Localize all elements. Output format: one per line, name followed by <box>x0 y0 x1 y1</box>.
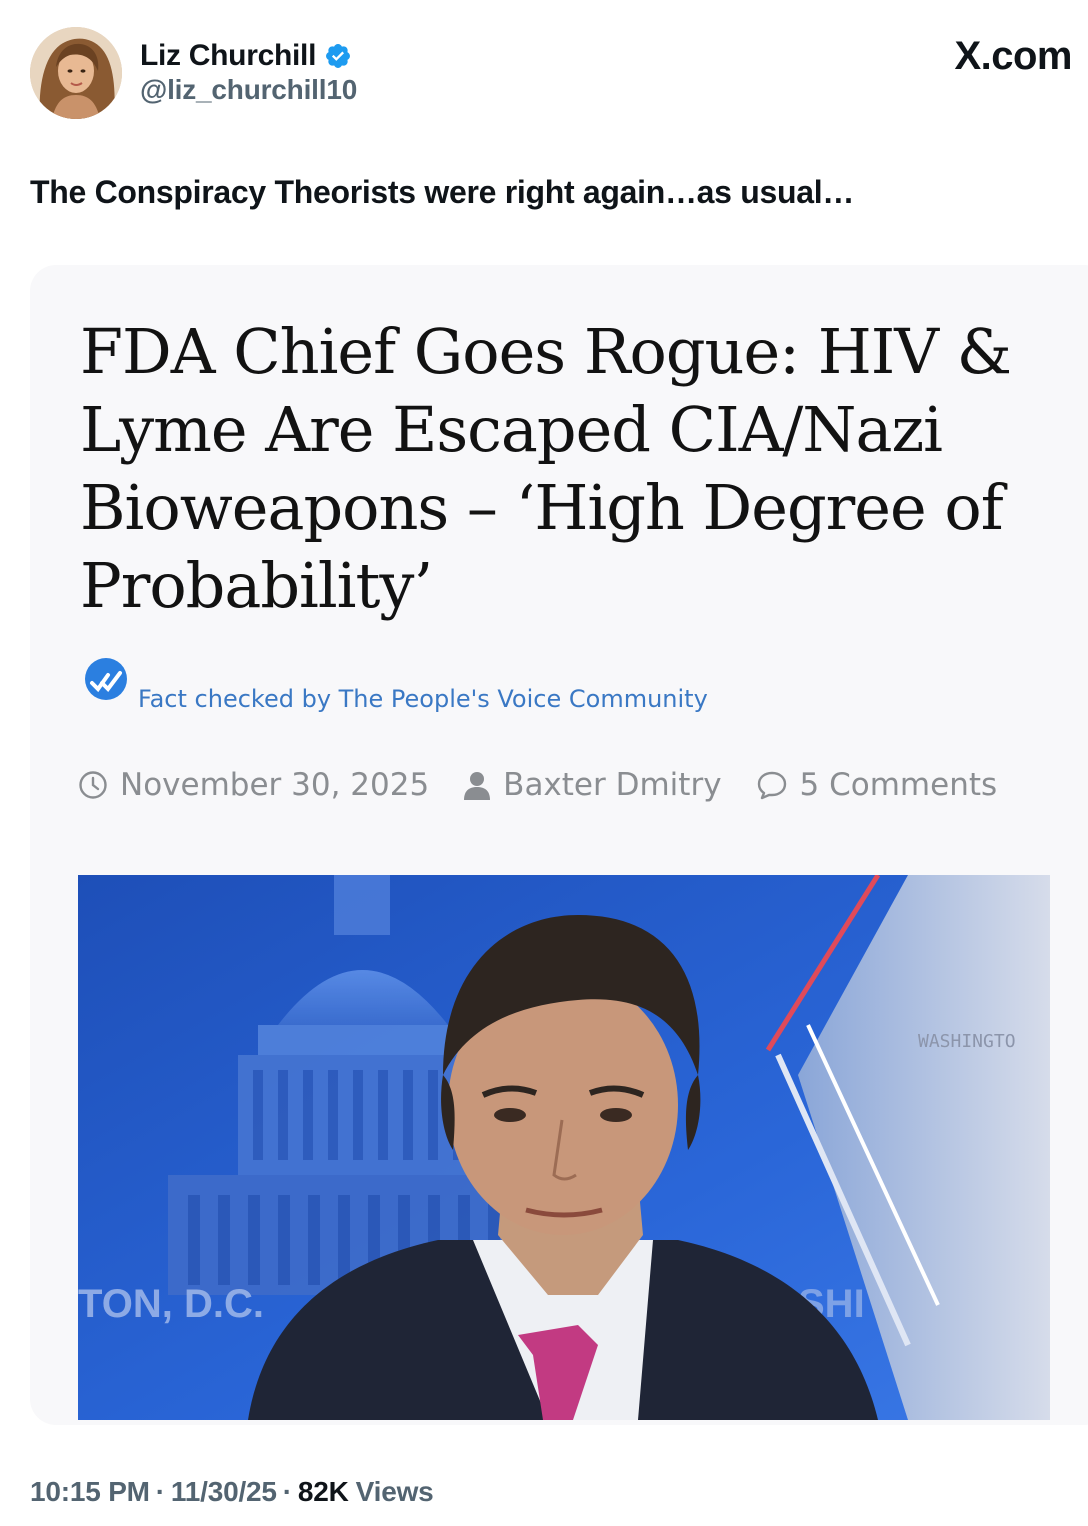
verified-badge-icon <box>326 44 351 68</box>
article-meta: November 30, 2025 Baxter Dmitry 5 Commen… <box>78 767 1031 803</box>
article-comments-text: 5 Comments <box>799 767 998 803</box>
article-author-text: Baxter Dmitry <box>503 767 722 803</box>
fact-check-icon <box>85 658 127 700</box>
article-card[interactable]: FDA Chief Goes Rogue: HIV & Lyme Are Esc… <box>30 265 1088 1425</box>
comment-icon <box>757 771 786 800</box>
x-com-logo-text: X.com <box>954 34 1072 78</box>
views-count: 82K <box>297 1476 349 1507</box>
fact-check-row: Fact checked by The People's Voice Commu… <box>82 653 708 713</box>
tweet-text: The Conspiracy Theorists were right agai… <box>30 174 855 210</box>
separator-dot: · <box>155 1476 165 1507</box>
clock-icon <box>79 771 107 799</box>
user-handle[interactable]: @liz_churchill10 <box>140 74 357 106</box>
views-label: Views <box>355 1476 434 1507</box>
tweet-footer: 10:15 PM · 11/30/25 · 82K Views <box>30 1476 434 1508</box>
display-name[interactable]: Liz Churchill <box>140 39 316 73</box>
article-date-text: November 30, 2025 <box>120 767 430 803</box>
separator-dot: · <box>282 1476 292 1507</box>
user-icon <box>464 772 491 800</box>
article-image[interactable]: WASHINGTO TON, D.C. SHI <box>78 875 1050 1420</box>
tweet-time[interactable]: 10:15 PM <box>30 1476 150 1508</box>
tweet-header: Liz Churchill @liz_churchill10 X.com <box>0 0 1088 140</box>
lower-third-left: TON, D.C. <box>78 1282 264 1326</box>
x-com-logo[interactable]: X.com <box>954 34 1072 79</box>
avatar[interactable] <box>30 27 122 119</box>
article-author[interactable]: Baxter Dmitry <box>463 767 722 803</box>
article-date: November 30, 2025 <box>78 767 429 803</box>
wall-text: WASHINGTO <box>918 1031 1016 1052</box>
article-comments[interactable]: 5 Comments <box>756 767 998 803</box>
article-headline: FDA Chief Goes Rogue: HIV & Lyme Are Esc… <box>80 315 1012 622</box>
tweet-date[interactable]: 11/30/25 <box>171 1476 277 1508</box>
display-name-row: Liz Churchill <box>140 36 352 76</box>
fact-check-label: Fact checked by The People's Voice Commu… <box>138 685 708 713</box>
